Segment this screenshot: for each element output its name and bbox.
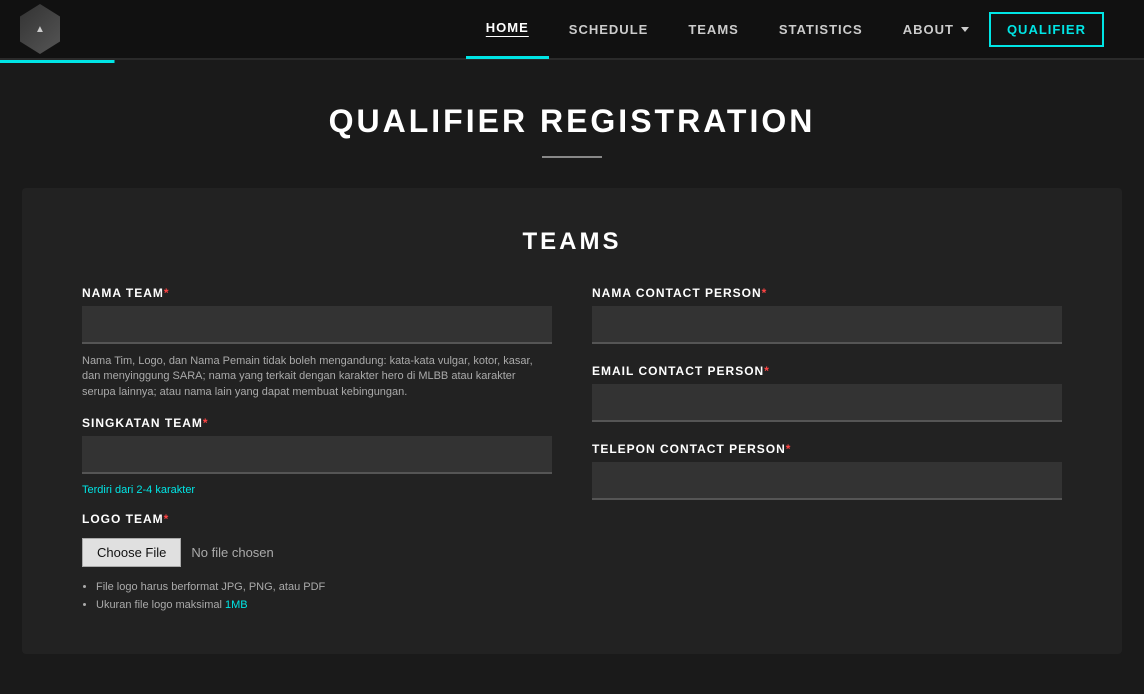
form-section-title: TEAMS — [82, 228, 1062, 256]
label-nama-contact: NAMA CONTACT PERSON* — [592, 286, 1062, 300]
nav-logo: ▲ — [20, 4, 60, 54]
page-content: QUALIFIER REGISTRATION TEAMS NAMA TEAM* … — [0, 63, 1144, 694]
nav-link-schedule[interactable]: SCHEDULE — [549, 0, 669, 59]
title-divider — [542, 156, 602, 158]
label-singkatan-team: SINGKATAN TEAM* — [82, 416, 552, 430]
file-chosen-text: No file chosen — [191, 545, 273, 560]
form-right-col: NAMA CONTACT PERSON* EMAIL CONTACT PERSO… — [592, 286, 1062, 614]
nav-link-teams[interactable]: TEAMS — [668, 0, 759, 59]
page-title: QUALIFIER REGISTRATION — [20, 103, 1124, 140]
label-email-contact: EMAIL CONTACT PERSON* — [592, 364, 1062, 378]
form-container: TEAMS NAMA TEAM* Nama Tim, Logo, dan Nam… — [22, 188, 1122, 654]
nav-link-about[interactable]: ABOUT — [883, 0, 989, 59]
required-marker-3: * — [164, 512, 170, 526]
input-nama-contact[interactable] — [592, 306, 1062, 344]
hint-singkatan-team: Terdiri dari 2-4 karakter — [82, 484, 552, 496]
nav-link-statistics[interactable]: STATISTICS — [759, 0, 883, 59]
field-logo-team: LOGO TEAM* Choose File No file chosen Fi… — [82, 512, 552, 614]
input-singkatan-team[interactable] — [82, 436, 552, 474]
input-nama-team[interactable] — [82, 306, 552, 344]
file-rules-list: File logo harus berformat JPG, PNG, atau… — [82, 579, 552, 614]
label-logo-team: LOGO TEAM* — [82, 512, 552, 526]
field-nama-team: NAMA TEAM* Nama Tim, Logo, dan Nama Pema… — [82, 286, 552, 400]
required-marker: * — [164, 286, 170, 300]
choose-file-button[interactable]: Choose File — [82, 538, 181, 567]
label-telepon-contact: TELEPON CONTACT PERSON* — [592, 442, 1062, 456]
navbar: ▲ HOME SCHEDULE TEAMS STATISTICS ABOUT Q… — [0, 0, 1144, 60]
input-telepon-contact[interactable] — [592, 462, 1062, 500]
chevron-down-icon — [961, 27, 969, 32]
field-email-contact: EMAIL CONTACT PERSON* — [592, 364, 1062, 422]
nav-link-home[interactable]: HOME — [466, 0, 549, 59]
file-rule-1: File logo harus berformat JPG, PNG, atau… — [96, 579, 552, 597]
required-marker-5: * — [764, 364, 770, 378]
field-nama-contact: NAMA CONTACT PERSON* — [592, 286, 1062, 344]
label-nama-team: NAMA TEAM* — [82, 286, 552, 300]
field-singkatan-team: SINGKATAN TEAM* Terdiri dari 2-4 karakte… — [82, 416, 552, 496]
note-nama-team: Nama Tim, Logo, dan Nama Pemain tidak bo… — [82, 354, 552, 400]
file-upload-row: Choose File No file chosen — [82, 538, 552, 567]
form-left-col: NAMA TEAM* Nama Tim, Logo, dan Nama Pema… — [82, 286, 552, 614]
file-rule-2: Ukuran file logo maksimal 1MB — [96, 597, 552, 615]
qualifier-button[interactable]: QUALIFIER — [989, 12, 1104, 47]
required-marker-2: * — [203, 416, 209, 430]
input-email-contact[interactable] — [592, 384, 1062, 422]
required-marker-6: * — [786, 442, 792, 456]
field-telepon-contact: TELEPON CONTACT PERSON* — [592, 442, 1062, 500]
required-marker-4: * — [762, 286, 768, 300]
nav-links: HOME SCHEDULE TEAMS STATISTICS ABOUT QUA… — [466, 0, 1104, 59]
form-grid: NAMA TEAM* Nama Tim, Logo, dan Nama Pema… — [82, 286, 1062, 614]
